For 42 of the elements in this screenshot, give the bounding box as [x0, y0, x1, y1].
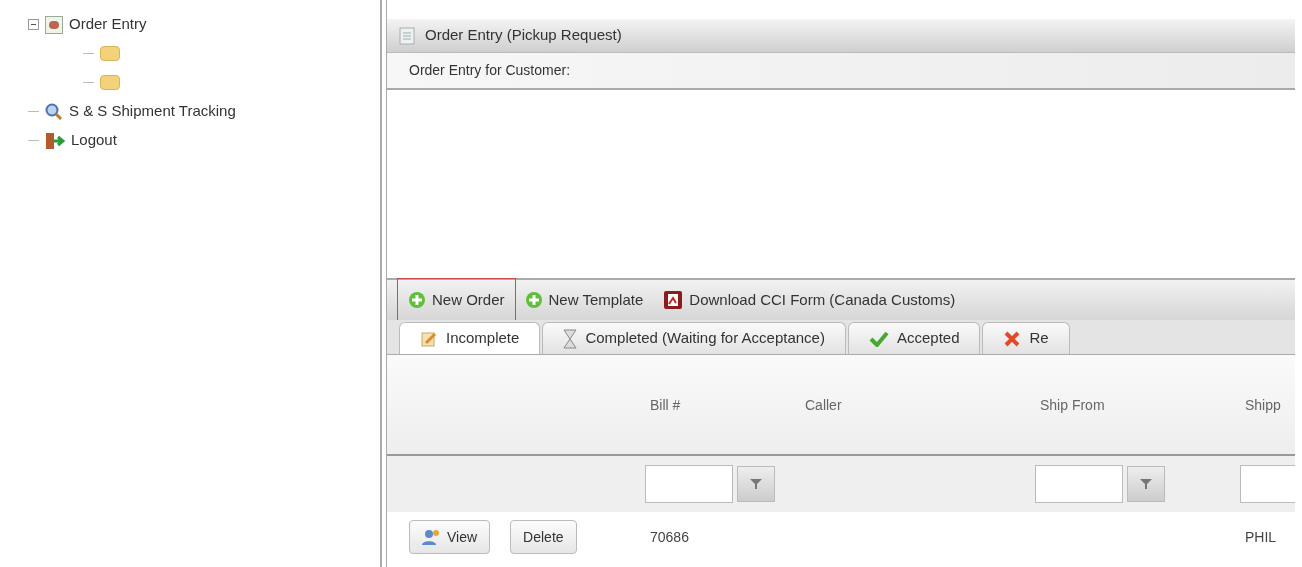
column-header[interactable]: Ship From: [1040, 396, 1105, 413]
funnel-icon: [1140, 478, 1152, 490]
toolbar-button[interactable]: Download CCI Form (Canada Customs): [661, 286, 958, 314]
hourglass-icon: [563, 328, 578, 349]
tree-item-label[interactable]: Order Entry: [69, 13, 147, 36]
users-icon: [422, 528, 442, 546]
toolbar-button[interactable]: New Order: [406, 286, 507, 314]
funnel-icon: [750, 478, 762, 490]
filter-input[interactable]: [645, 465, 733, 503]
column-header[interactable]: Shipp: [1245, 396, 1281, 413]
plus-icon: [524, 291, 543, 309]
table-cell: PHIL: [1245, 529, 1277, 545]
plus-icon: [408, 291, 426, 309]
column-header[interactable]: Caller: [805, 396, 842, 413]
check-icon: [868, 330, 889, 347]
filter-button[interactable]: [737, 466, 775, 502]
filter-input[interactable]: [1240, 465, 1295, 503]
tree-item-label[interactable]: S & S Shipment Tracking: [69, 100, 236, 123]
panel-title: Order Entry (Pickup Request): [425, 25, 622, 46]
filter-input[interactable]: [1035, 465, 1123, 503]
folder-icon: [100, 75, 120, 90]
tab[interactable]: Re: [982, 322, 1070, 354]
filter-button[interactable]: [1127, 466, 1165, 502]
checklist-icon: [45, 15, 63, 34]
row-action-button[interactable]: View: [409, 520, 491, 554]
toolbar-button[interactable]: New Template: [522, 286, 646, 314]
document-icon: [399, 26, 415, 45]
row-action-button[interactable]: Delete: [510, 520, 577, 554]
collapse-toggle[interactable]: [28, 19, 39, 30]
column-header[interactable]: Bill #: [650, 396, 681, 413]
subheader-text: Order Entry for Customer:: [409, 61, 571, 80]
tab[interactable]: Accepted: [847, 322, 981, 354]
door-arrow-icon: [45, 131, 65, 150]
folder-icon: [100, 46, 120, 61]
document-icon: [663, 290, 684, 310]
table-cell: 70686: [650, 529, 689, 545]
tab[interactable]: Incomplete: [399, 322, 541, 354]
tree-item-label[interactable]: Logout: [71, 129, 117, 152]
tab[interactable]: Completed (Waiting for Acceptance): [542, 322, 846, 354]
cross-icon: [1003, 329, 1022, 348]
pencil-icon: [420, 329, 438, 348]
magnifier-icon: [45, 102, 63, 121]
